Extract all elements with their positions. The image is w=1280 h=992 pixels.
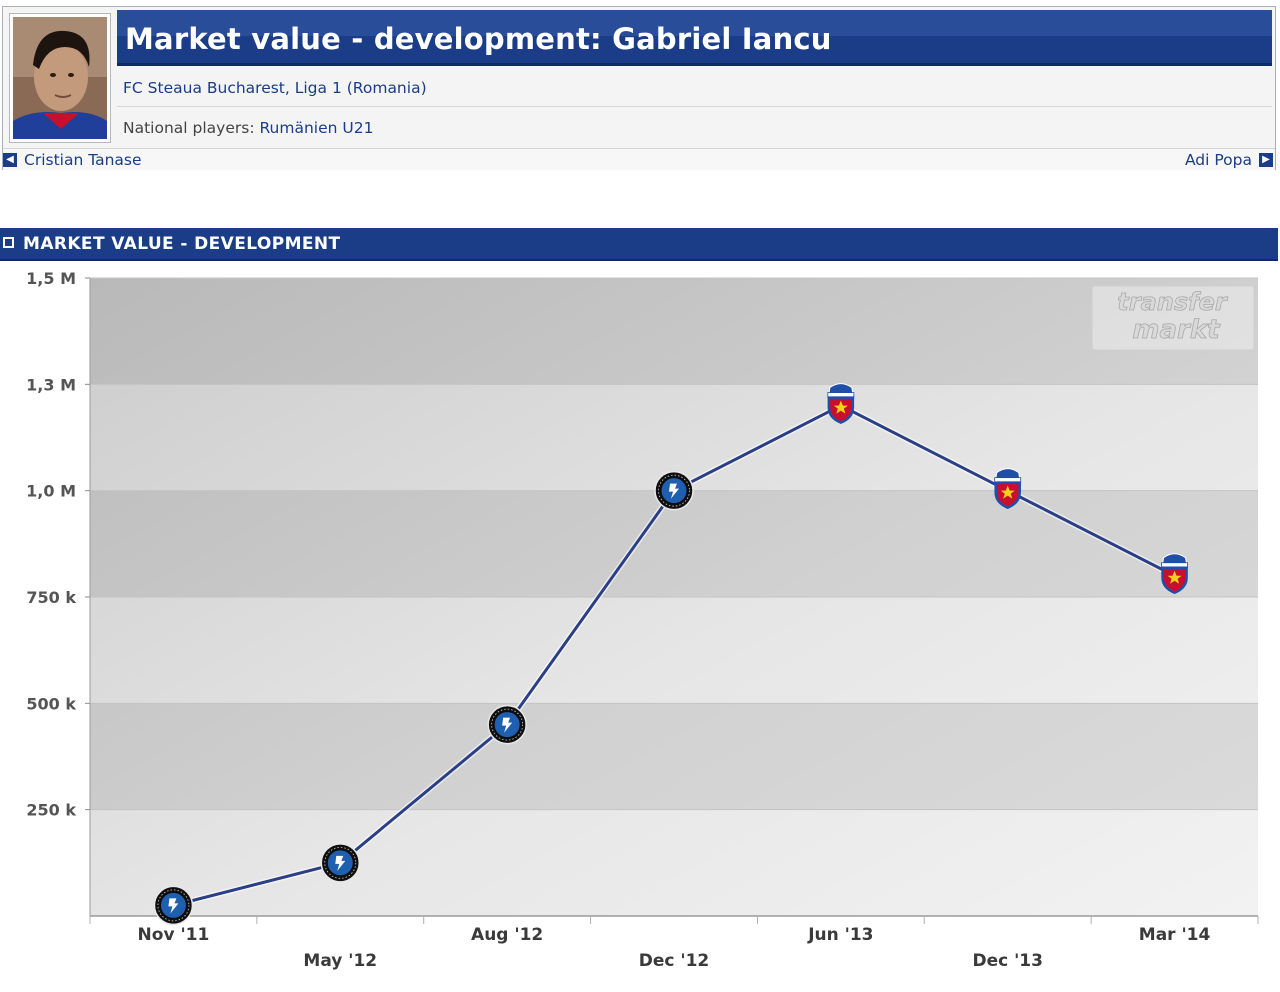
x-tick-label: Aug '12 bbox=[471, 925, 543, 945]
y-tick-label: 750 k bbox=[26, 588, 76, 607]
x-tick-label: May '12 bbox=[303, 951, 377, 971]
y-tick-label: 1,0 M bbox=[26, 482, 76, 501]
y-tick-label: 250 k bbox=[26, 801, 76, 820]
title-bar: Market value - development: Gabriel Ianc… bbox=[117, 10, 1272, 66]
next-player-link[interactable]: Adi Popa ▶ bbox=[1185, 151, 1273, 169]
club-crest-icon bbox=[994, 468, 1022, 510]
watermark-line1: transfer bbox=[1117, 288, 1229, 316]
y-tick-label: 500 k bbox=[26, 694, 76, 713]
player-navigation: ◀ Cristian Tanase Adi Popa ▶ bbox=[3, 148, 1275, 170]
national-team-row: National players: Rumänien U21 bbox=[117, 109, 1272, 147]
club-info-row: FC Steaua Bucharest, Liga 1 (Romania) bbox=[117, 69, 1272, 107]
x-tick-label: Jun '13 bbox=[807, 925, 873, 945]
club-crest-icon bbox=[320, 843, 361, 883]
national-team-link[interactable]: Rumänien U21 bbox=[259, 119, 373, 137]
x-tick-label: Nov '11 bbox=[138, 925, 210, 945]
y-tick-label: 1,3 M bbox=[26, 375, 76, 394]
page-title: Market value - development: Gabriel Ianc… bbox=[125, 22, 832, 56]
player-photo-image bbox=[13, 17, 107, 139]
club-crest-icon bbox=[1161, 553, 1188, 595]
previous-player-link[interactable]: ◀ Cristian Tanase bbox=[3, 151, 142, 169]
x-tick-label: Mar '14 bbox=[1139, 925, 1211, 945]
chevron-right-icon: ▶ bbox=[1259, 153, 1273, 167]
section-header: MARKET VALUE - DEVELOPMENT bbox=[0, 228, 1278, 261]
market-value-chart: 1,5 M 1,3 M 1,0 M 750 k 500 k 250 k Nov '11 May… bbox=[26, 269, 1259, 971]
player-photo bbox=[9, 13, 111, 143]
club-league-link[interactable]: FC Steaua Bucharest, Liga 1 (Romania) bbox=[123, 79, 427, 97]
national-players-label: National players: bbox=[123, 119, 255, 137]
club-crest-icon bbox=[487, 704, 527, 745]
transfermarkt-watermark: transfer markt bbox=[1091, 285, 1255, 351]
next-player-name: Adi Popa bbox=[1184, 151, 1252, 169]
previous-player-name: Cristian Tanase bbox=[24, 151, 142, 169]
club-crest-icon bbox=[827, 383, 855, 424]
collapse-square-icon[interactable] bbox=[3, 237, 14, 248]
section-title: MARKET VALUE - DEVELOPMENT bbox=[23, 234, 341, 254]
y-tick-label: 1,5 M bbox=[26, 269, 76, 288]
x-tick-label: Dec '12 bbox=[639, 951, 710, 971]
chevron-left-icon: ◀ bbox=[3, 153, 17, 167]
club-crest-icon bbox=[153, 885, 194, 926]
x-tick-label: Dec '13 bbox=[972, 951, 1043, 971]
player-profile-header: Market value - development: Gabriel Ianc… bbox=[2, 6, 1276, 170]
watermark-line2: markt bbox=[1132, 315, 1221, 345]
club-crest-icon bbox=[654, 470, 694, 511]
